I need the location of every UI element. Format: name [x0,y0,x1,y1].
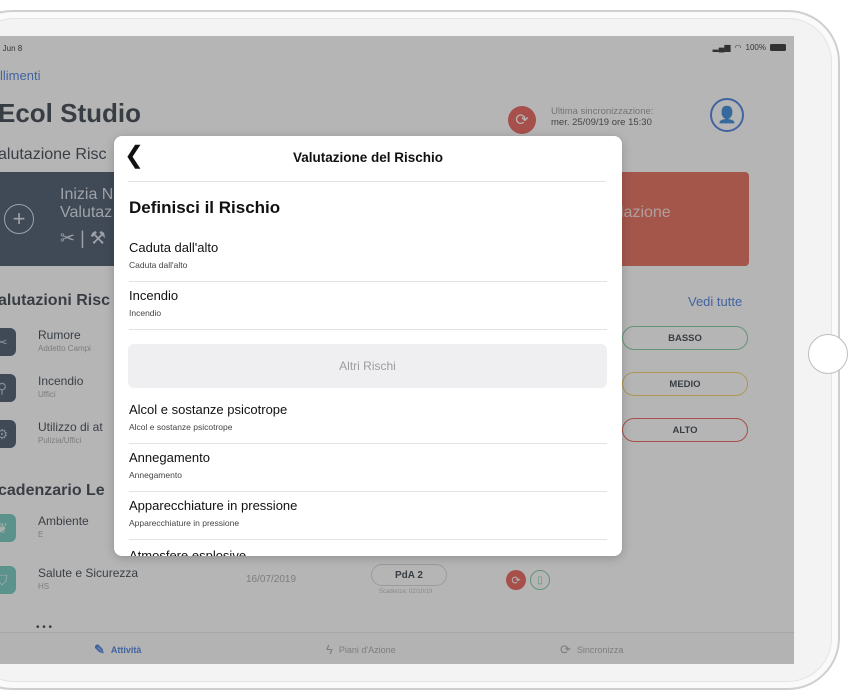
risk-name: Annegamento [129,450,210,465]
risk-option[interactable]: Apparecchiature in pressione Apparecchia… [129,492,607,540]
risk-sub: Apparecchiature in pressione [129,518,240,528]
ipad-device: d Jun 8 ▂▄▆ ◠ 100% llimenti Ecol Studio … [0,0,855,695]
risk-name: Incendio [129,288,179,303]
risk-sub: Alcol e sostanze psicotrope [129,422,233,432]
home-button[interactable] [808,334,848,374]
risk-option[interactable]: Annegamento Annegamento [129,444,607,492]
risk-option-cutoff[interactable]: Atmosfere esplosive [129,548,246,556]
risk-option[interactable]: Incendio Incendio [129,282,607,330]
risk-option[interactable]: Alcol e sostanze psicotrope Alcol e sost… [129,396,607,444]
risk-name: Alcol e sostanze psicotrope [129,402,288,417]
risk-option[interactable]: Caduta dall'alto Caduta dall'alto [129,234,607,282]
modal-header: ❮ Valutazione del Rischio [114,136,622,182]
divider [128,181,606,182]
risk-name: Caduta dall'alto [129,240,219,255]
risk-sub: Caduta dall'alto [129,260,188,270]
risk-sub: Annegamento [129,470,182,480]
modal-title: Valutazione del Rischio [292,150,444,165]
modal-heading: Definisci il Rischio [129,198,281,217]
risk-sub: Incendio [129,308,162,318]
risk-name: Apparecchiature in pressione [129,498,298,513]
risk-modal: ❮ Valutazione del Rischio Definisci il R… [114,136,622,556]
altri-rischi-header: Altri Rischi [128,344,607,388]
